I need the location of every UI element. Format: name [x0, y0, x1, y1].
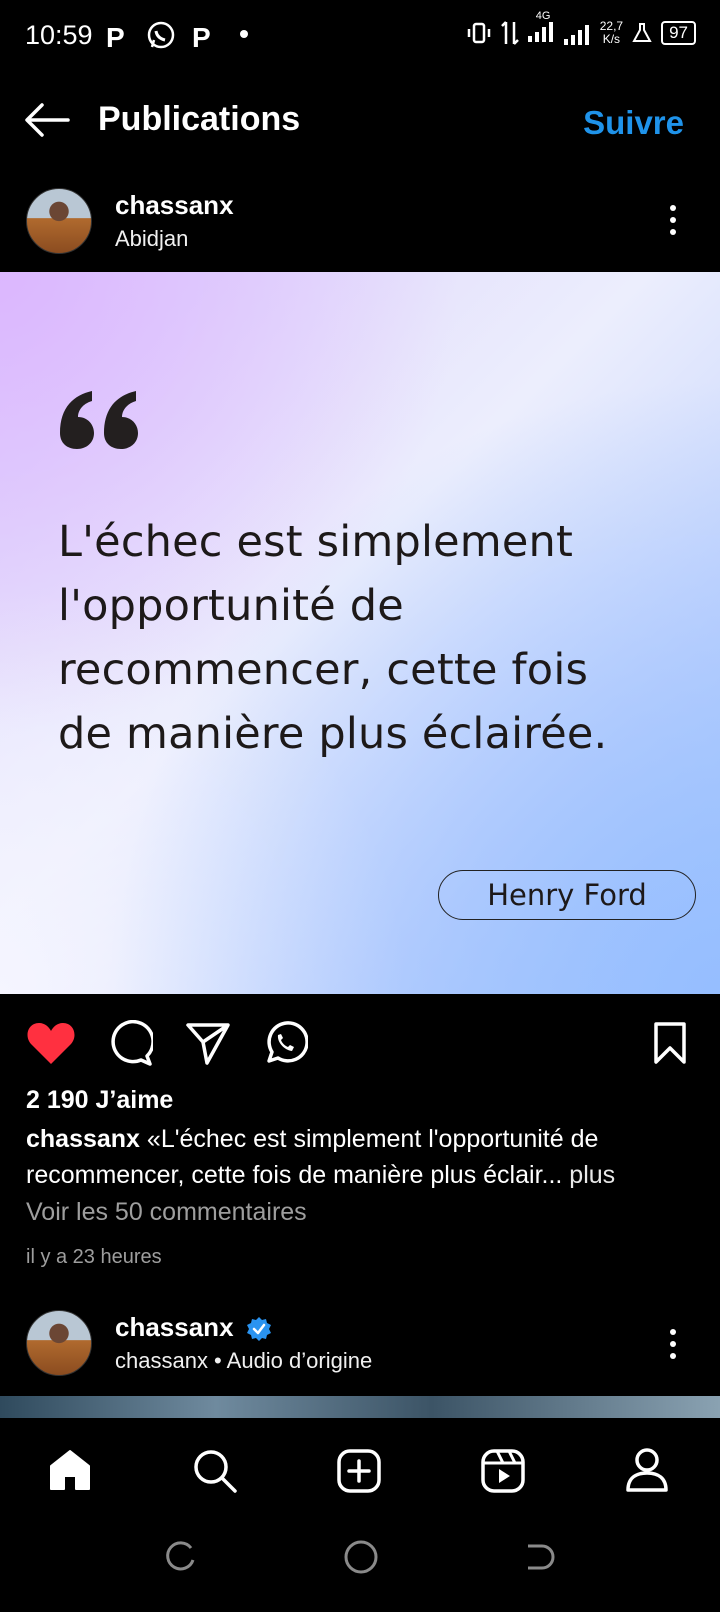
- net-speed-unit: K/s: [602, 32, 621, 46]
- status-bar: 10:59 P P 4G 22,7 K/s 97: [0, 0, 720, 72]
- follow-button[interactable]: Suivre: [583, 104, 684, 142]
- avatar[interactable]: [26, 1310, 92, 1376]
- notification-dot: [240, 30, 248, 38]
- back-arrow-icon[interactable]: [22, 100, 72, 140]
- bookmark-icon[interactable]: [652, 1020, 688, 1066]
- next-post-username[interactable]: chassanx: [115, 1312, 234, 1343]
- system-navigation: [0, 1516, 720, 1612]
- comment-icon[interactable]: [107, 1020, 153, 1066]
- reels-icon[interactable]: [480, 1448, 526, 1494]
- quote-line: l'opportunité de: [58, 581, 404, 631]
- recent-apps-icon[interactable]: [163, 1540, 197, 1574]
- vibrate-icon: [467, 22, 490, 44]
- post-timestamp: il y a 23 heures: [26, 1246, 162, 1268]
- quote-line: recommencer, cette fois: [58, 645, 589, 695]
- post-image[interactable]: L'échec est simplement l'opportunité de …: [0, 272, 720, 994]
- net-speed: 22,7 K/s: [600, 20, 623, 46]
- quote-text: L'échec est simplement l'opportunité de …: [58, 510, 658, 766]
- whatsapp-icon: [147, 21, 175, 49]
- home-icon[interactable]: [48, 1448, 92, 1492]
- profile-icon[interactable]: [624, 1446, 670, 1494]
- bottom-navigation: [0, 1418, 720, 1516]
- quote-mark-icon: [60, 391, 138, 449]
- home-button-icon[interactable]: [342, 1538, 380, 1576]
- create-post-icon[interactable]: [336, 1448, 382, 1494]
- next-post-audio[interactable]: chassanx • Audio d’origine: [115, 1348, 372, 1374]
- caption-username[interactable]: chassanx: [26, 1125, 140, 1153]
- more-options-icon[interactable]: [658, 200, 688, 240]
- data-transfer-icon: [500, 21, 519, 45]
- p-icon: P: [192, 22, 211, 53]
- avatar[interactable]: [26, 188, 92, 254]
- search-icon[interactable]: [192, 1448, 238, 1494]
- quote-line: L'échec est simplement: [58, 517, 574, 567]
- more-options-icon[interactable]: [658, 1324, 688, 1364]
- quote-line: de manière plus éclairée.: [58, 709, 608, 759]
- whatsapp-icon[interactable]: [262, 1020, 308, 1066]
- signal-4g: 4G: [527, 10, 556, 48]
- status-time: 10:59: [25, 20, 93, 50]
- status-right: 4G 22,7 K/s 97: [466, 10, 696, 48]
- network-type: 4G: [535, 10, 551, 22]
- post-actions: [0, 1012, 720, 1072]
- page-title: Publications: [98, 100, 301, 138]
- caption-more-link[interactable]: plus: [562, 1161, 615, 1189]
- back-button-icon[interactable]: [522, 1540, 556, 1574]
- verified-badge-icon: [247, 1317, 271, 1341]
- next-post-image[interactable]: [0, 1396, 720, 1418]
- post-username[interactable]: chassanx: [115, 190, 234, 221]
- author-badge: Henry Ford: [438, 870, 696, 920]
- like-count[interactable]: 2 190 J’aime: [26, 1086, 173, 1115]
- signal-icon: [563, 25, 589, 45]
- post-location[interactable]: Abidjan: [115, 226, 188, 252]
- heart-icon[interactable]: [26, 1020, 76, 1066]
- battery-indicator: 97: [661, 21, 696, 45]
- post-caption: chassanx «L'échec est simplement l'oppor…: [26, 1121, 706, 1193]
- flask-icon: [632, 23, 652, 42]
- p-icon: P: [106, 22, 125, 53]
- top-header: Publications Suivre: [0, 86, 720, 156]
- view-comments-link[interactable]: Voir les 50 commentaires: [26, 1198, 307, 1227]
- share-icon[interactable]: [185, 1020, 231, 1066]
